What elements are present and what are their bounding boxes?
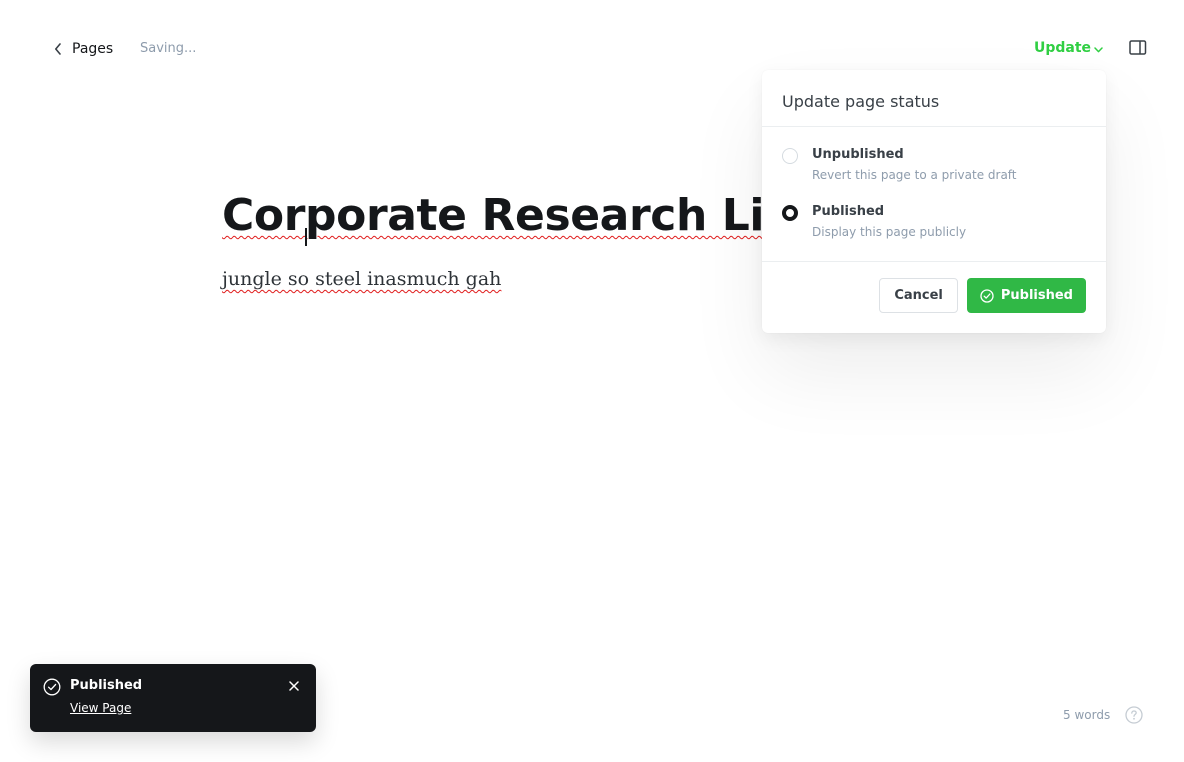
back-to-pages-link[interactable]: Pages [54, 39, 113, 59]
option-label: Unpublished [812, 147, 904, 162]
option-description: Display this page publicly [812, 225, 967, 239]
text-caret [305, 228, 307, 246]
radio-unpublished[interactable] [782, 148, 798, 164]
question-circle-icon[interactable] [1125, 706, 1143, 724]
popover-title: Update page status [782, 92, 940, 111]
status-option-unpublished[interactable]: Unpublished Revert this page to a privat… [782, 147, 1086, 204]
published-button-label: Published [1000, 288, 1073, 303]
radio-published[interactable] [782, 205, 798, 221]
sidebar-toggle-icon[interactable] [1129, 40, 1147, 56]
popover-footer: Cancel Published [762, 262, 1106, 313]
check-circle-icon [980, 288, 994, 303]
cancel-button[interactable]: Cancel [879, 278, 958, 313]
close-icon[interactable] [288, 679, 300, 693]
save-status: Saving... [140, 41, 197, 56]
back-link-label: Pages [72, 41, 114, 57]
option-description: Revert this page to a private draft [812, 168, 1017, 182]
editor-page: Pages Saving... Update Corporate Researc… [0, 0, 1184, 762]
check-circle-icon [43, 678, 61, 696]
status-option-published[interactable]: Published Display this page publicly [782, 204, 1086, 261]
publish-status-popover: Update page status Unpublished Revert th… [762, 70, 1106, 333]
toast-title: Published [70, 678, 143, 693]
post-body[interactable]: jungle so steel inasmuch gah [222, 268, 501, 290]
chevron-down-icon [1094, 46, 1103, 53]
chevron-left-icon [54, 42, 64, 56]
option-label: Published [812, 204, 885, 219]
published-button[interactable]: Published [966, 278, 1086, 313]
status-options: Unpublished Revert this page to a privat… [762, 127, 1106, 262]
update-button-label: Update [1034, 40, 1092, 56]
published-toast: Published View Page [30, 664, 316, 732]
view-page-link[interactable]: View Page [70, 701, 131, 715]
update-button[interactable]: Update [1034, 40, 1103, 56]
word-count: 5 words [1063, 708, 1111, 722]
popover-header: Update page status [762, 70, 1106, 127]
